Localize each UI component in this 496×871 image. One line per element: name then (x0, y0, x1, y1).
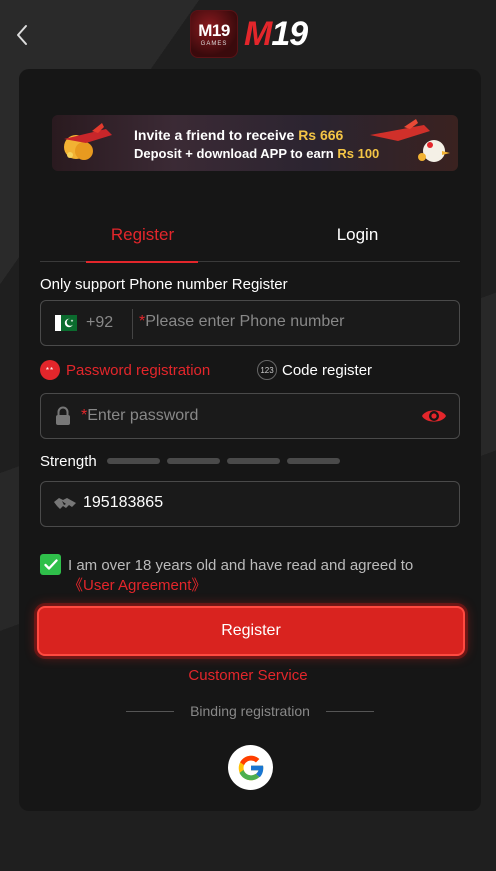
code-register-option[interactable]: 123 Code register (257, 360, 372, 380)
top-bar: M19 GAMES M19 (0, 0, 496, 70)
google-login-button[interactable] (228, 745, 273, 790)
banner-line-1-text: Invite a friend to receive (134, 127, 295, 143)
agreement-statement: I am over 18 years old and have read and… (68, 557, 414, 574)
invite-code-input[interactable] (83, 494, 403, 512)
logo-badge: M19 GAMES (190, 10, 238, 58)
password-registration-label: Password registration (66, 361, 211, 379)
agree-checkbox[interactable] (40, 554, 61, 575)
checkmark-icon (43, 558, 58, 570)
banner-line-1-amount: Rs 666 (298, 127, 344, 143)
handshake-icon (54, 498, 76, 509)
phone-input[interactable] (145, 313, 446, 331)
password-strength: Strength (40, 452, 347, 470)
banner-line-2: Deposit + download APP to earn Rs 100 (134, 146, 379, 161)
pakistan-flag-icon[interactable] (55, 315, 77, 331)
logo-wordmark-19: 19 (271, 15, 308, 53)
strength-label: Strength (40, 452, 97, 470)
logo-wordmark: M19 (244, 14, 308, 54)
banner-line-1: Invite a friend to receive Rs 666 (134, 127, 343, 143)
google-icon (238, 755, 264, 780)
lock-icon (56, 406, 70, 425)
strength-bar (166, 458, 220, 464)
numbers-badge-icon: 123 (257, 360, 277, 380)
tab-register[interactable]: Register (40, 216, 245, 263)
eye-icon[interactable] (421, 406, 447, 426)
strength-bar (106, 458, 160, 464)
register-button[interactable]: Register (37, 606, 465, 656)
password-input-wrap: * (81, 407, 408, 425)
divider (132, 309, 133, 339)
phone-input-wrap: * (139, 313, 446, 331)
register-hint: Only support Phone number Register (40, 276, 288, 293)
user-agreement-link[interactable]: 《User Agreement》 (68, 577, 206, 594)
tab-register-label: Register (110, 225, 175, 244)
password-registration-option[interactable]: ** Password registration (40, 360, 210, 380)
plane-chicken-icon (370, 119, 450, 162)
tab-login[interactable]: Login (255, 216, 460, 262)
logo-badge-subtext: GAMES (200, 40, 228, 47)
binding-registration-label: Binding registration (190, 703, 310, 719)
agreement-text: I am over 18 years old and have read and… (68, 556, 460, 596)
strength-bar (286, 458, 340, 464)
auth-tabs: Register Login (40, 216, 460, 263)
chevron-left-icon (17, 25, 27, 45)
logo-wordmark-m: M (244, 15, 272, 53)
register-mode-row: ** Password registration 123 Code regist… (40, 360, 460, 382)
code-register-label: Code register (282, 361, 373, 379)
password-input[interactable] (87, 407, 408, 425)
password-field: * (40, 393, 460, 439)
banner-line-2-text: Deposit + download APP to earn (134, 146, 334, 161)
back-button[interactable] (10, 22, 34, 48)
strength-bar (226, 458, 280, 464)
divider-line-left (126, 710, 174, 712)
logo-badge-text: M19 (198, 20, 230, 40)
asterisk-badge-icon: ** (40, 360, 60, 380)
invite-code-field (40, 481, 460, 527)
country-code-selector[interactable]: +92 (86, 314, 113, 332)
aviator-plane-icon (64, 123, 112, 160)
divider-line-right (325, 710, 374, 712)
active-tab-underline (86, 261, 198, 263)
customer-service-link[interactable]: Customer Service (0, 667, 496, 684)
binding-registration-divider: Binding registration (126, 702, 374, 720)
register-card (19, 69, 481, 811)
phone-field: +92 * (40, 300, 460, 346)
tab-login-label: Login (336, 225, 379, 244)
promo-banner[interactable]: Invite a friend to receive Rs 666 Deposi… (52, 115, 458, 171)
brand-logo: M19 GAMES M19 (190, 10, 308, 58)
